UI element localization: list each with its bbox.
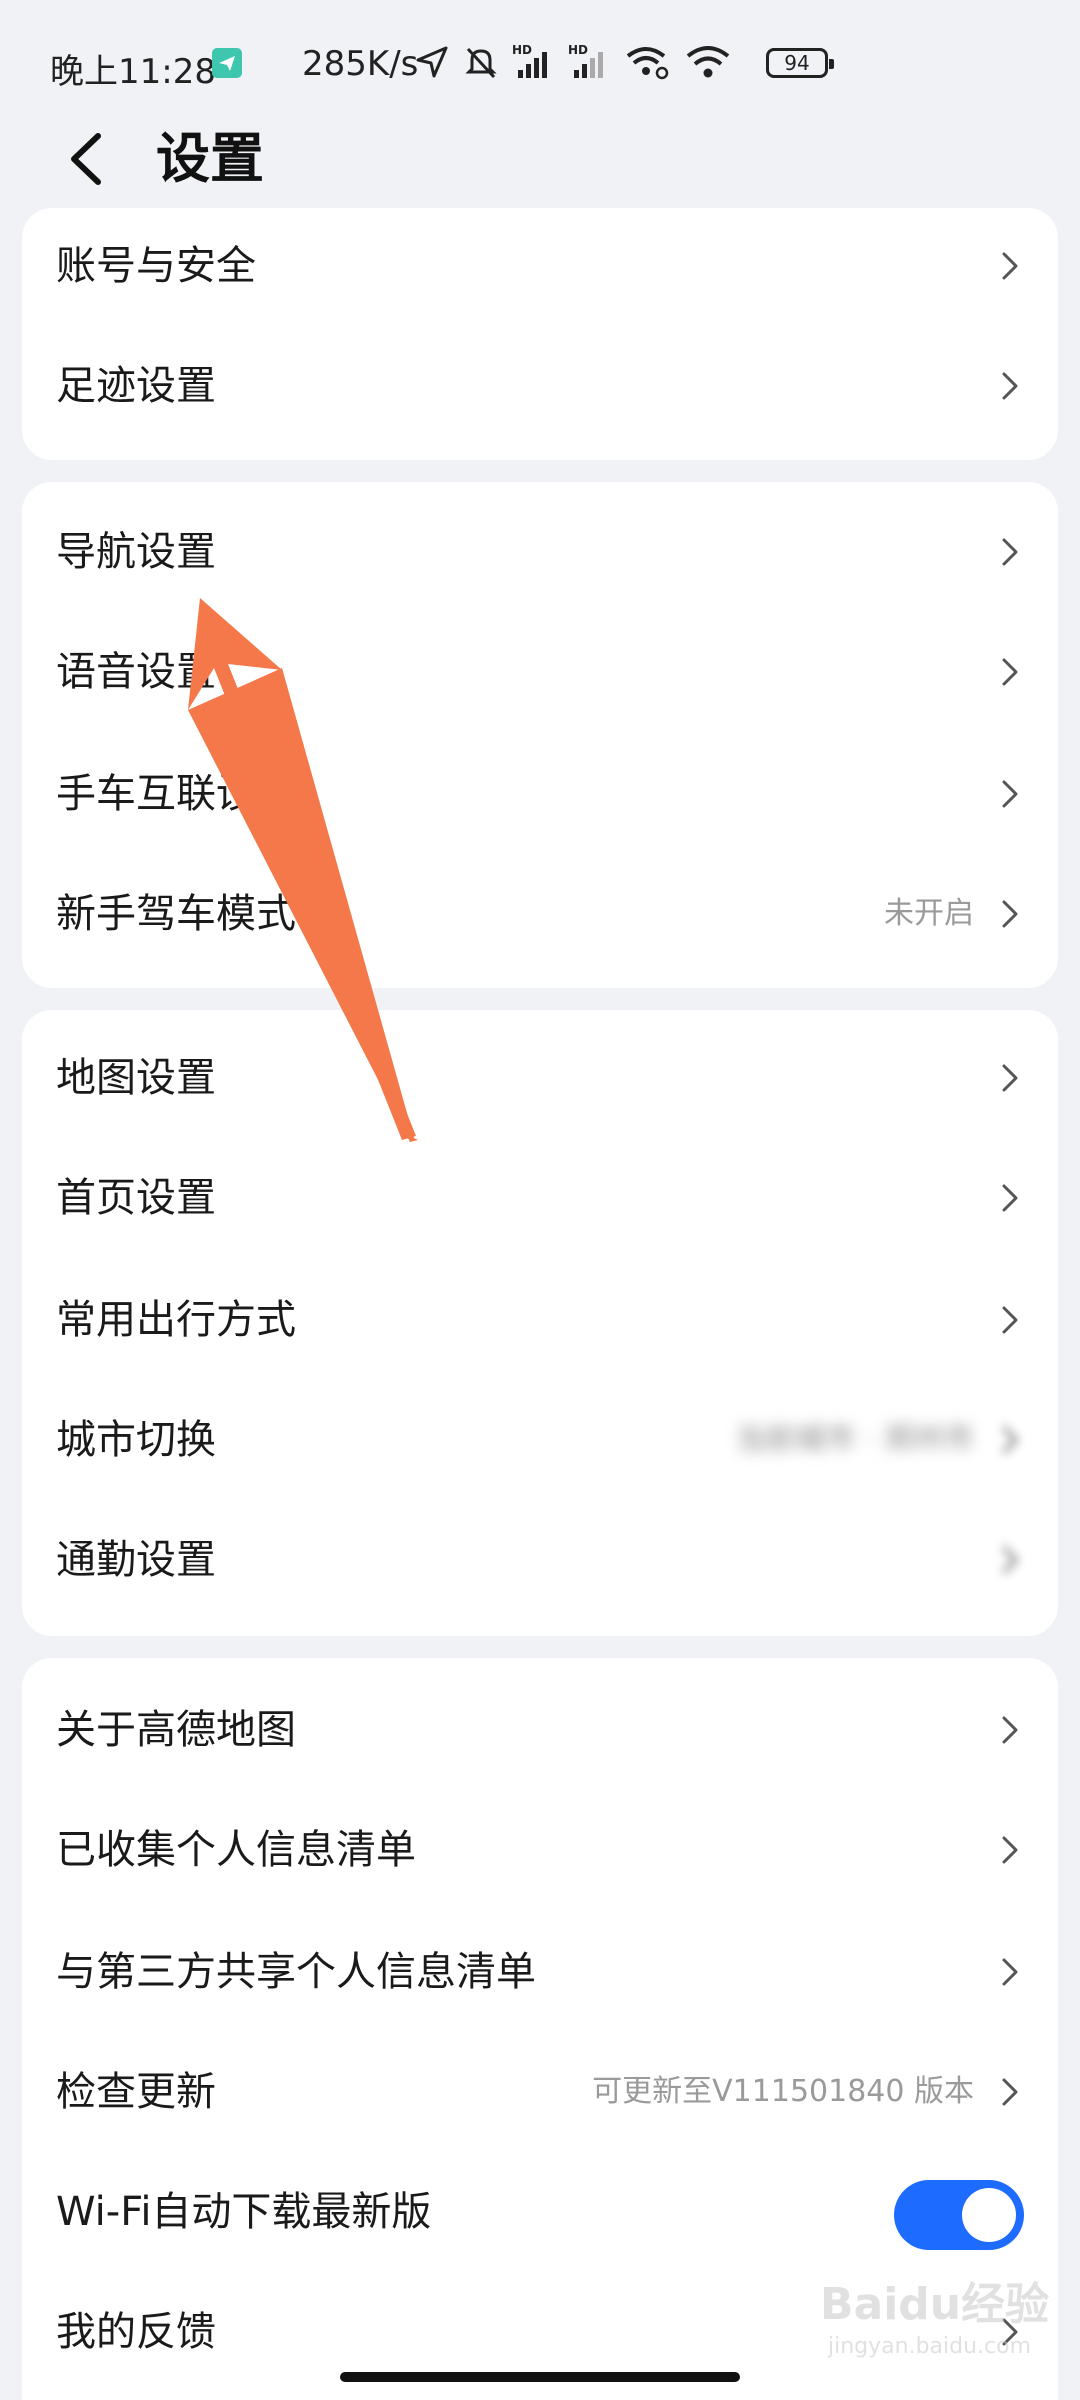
row-label: 新手驾车模式: [56, 891, 296, 937]
row-value: 可更新至V111501840 版本: [592, 2074, 974, 2109]
chevron-right-icon: [1002, 1958, 1018, 1986]
chevron-right-icon: [1002, 538, 1018, 566]
wifi-icon: [686, 46, 730, 78]
wifi-link-icon: [626, 47, 669, 80]
row-label: 常用出行方式: [56, 1297, 296, 1343]
settings-group-navigation: 导航设置 语音设置 手车互联设置 新手驾车模式 未开启: [22, 482, 1058, 988]
page-title: 设置: [156, 127, 264, 190]
home-indicator[interactable]: [340, 2372, 740, 2382]
chevron-right-icon: [1002, 900, 1018, 928]
row-phone-car-link[interactable]: 手车互联设置: [22, 734, 1058, 854]
row-map-settings[interactable]: 地图设置: [22, 1018, 1058, 1138]
row-label: 语音设置: [56, 649, 216, 695]
watermark-logo: Baidu经验: [820, 2279, 1050, 2330]
hd-signal-icon: HD: [512, 43, 547, 78]
row-label: 手车互联设置: [56, 771, 296, 817]
settings-group-account: 账号与安全 足迹设置: [22, 208, 1058, 460]
row-label: 城市切换: [56, 1417, 216, 1463]
network-speed: 285K/s: [302, 44, 419, 84]
row-label: 通勤设置: [56, 1537, 216, 1583]
chevron-left-icon: [71, 133, 101, 185]
watermark-url: jingyan.baidu.com: [828, 2334, 1032, 2359]
row-account-security[interactable]: 账号与安全: [22, 206, 1058, 326]
chevron-right-icon: [1002, 1064, 1018, 1092]
row-label: 与第三方共享个人信息清单: [56, 1949, 536, 1995]
row-value: 未开启: [884, 896, 974, 931]
chevron-right-icon: [1002, 658, 1018, 686]
chevron-right-icon: [1002, 372, 1018, 400]
row-voice-settings[interactable]: 语音设置: [22, 612, 1058, 732]
chevron-right-icon: [1002, 1546, 1018, 1574]
row-label: 已收集个人信息清单: [56, 1827, 416, 1873]
row-label: Wi-Fi自动下载最新版: [56, 2189, 432, 2235]
row-value-blurred: 当前城市 · 郑州市: [735, 1422, 974, 1457]
hd-signal-weak-icon: HD: [568, 43, 603, 78]
chevron-right-icon: [1002, 1426, 1018, 1454]
settings-group-map: 地图设置 首页设置 常用出行方式 城市切换 当前城市 · 郑州市 通勤设置: [22, 1010, 1058, 1636]
svg-text:HD: HD: [568, 43, 588, 57]
battery-icon: 94: [766, 48, 834, 78]
row-footprint-settings[interactable]: 足迹设置: [22, 326, 1058, 446]
location-arrow-icon: [416, 46, 448, 78]
header: 设置: [0, 110, 1080, 210]
svg-text:HD: HD: [512, 43, 532, 57]
back-button[interactable]: [54, 124, 124, 194]
row-label: 账号与安全: [56, 243, 256, 289]
chevron-right-icon: [1002, 2078, 1018, 2106]
row-commute-settings[interactable]: 通勤设置: [22, 1500, 1058, 1620]
chevron-right-icon: [1002, 252, 1018, 280]
chevron-right-icon: [1002, 1184, 1018, 1212]
row-collected-personal-info[interactable]: 已收集个人信息清单: [22, 1790, 1058, 1910]
row-label: 关于高德地图: [56, 1707, 296, 1753]
row-city-switch[interactable]: 城市切换 当前城市 · 郑州市: [22, 1380, 1058, 1500]
row-navigation-settings[interactable]: 导航设置: [22, 492, 1058, 612]
row-wifi-auto-download: Wi-Fi自动下载最新版: [22, 2152, 1058, 2272]
wifi-auto-download-toggle[interactable]: [894, 2180, 1024, 2250]
baidu-watermark: Baidu经验 jingyan.baidu.com: [820, 2268, 1050, 2378]
status-icons: HD HD: [414, 40, 732, 84]
row-label: 我的反馈: [56, 2309, 216, 2355]
row-about-amap[interactable]: 关于高德地图: [22, 1670, 1058, 1790]
bell-muted-icon: [465, 47, 497, 79]
telegram-icon: [212, 48, 242, 78]
row-label: 导航设置: [56, 529, 216, 575]
row-label: 地图设置: [56, 1055, 216, 1101]
chevron-right-icon: [1002, 1716, 1018, 1744]
row-label: 检查更新: [56, 2069, 216, 2115]
chevron-right-icon: [1002, 1306, 1018, 1334]
row-third-party-shared-info[interactable]: 与第三方共享个人信息清单: [22, 1912, 1058, 2032]
row-home-settings[interactable]: 首页设置: [22, 1138, 1058, 1258]
toggle-knob: [962, 2188, 1016, 2242]
row-check-update[interactable]: 检查更新 可更新至V111501840 版本: [22, 2032, 1058, 2152]
row-label: 足迹设置: [56, 363, 216, 409]
status-time: 晚上11:28: [50, 52, 216, 92]
chevron-right-icon: [1002, 1836, 1018, 1864]
chevron-right-icon: [1002, 780, 1018, 808]
row-novice-driving-mode[interactable]: 新手驾车模式 未开启: [22, 854, 1058, 974]
row-common-travel-mode[interactable]: 常用出行方式: [22, 1260, 1058, 1380]
row-label: 首页设置: [56, 1175, 216, 1221]
